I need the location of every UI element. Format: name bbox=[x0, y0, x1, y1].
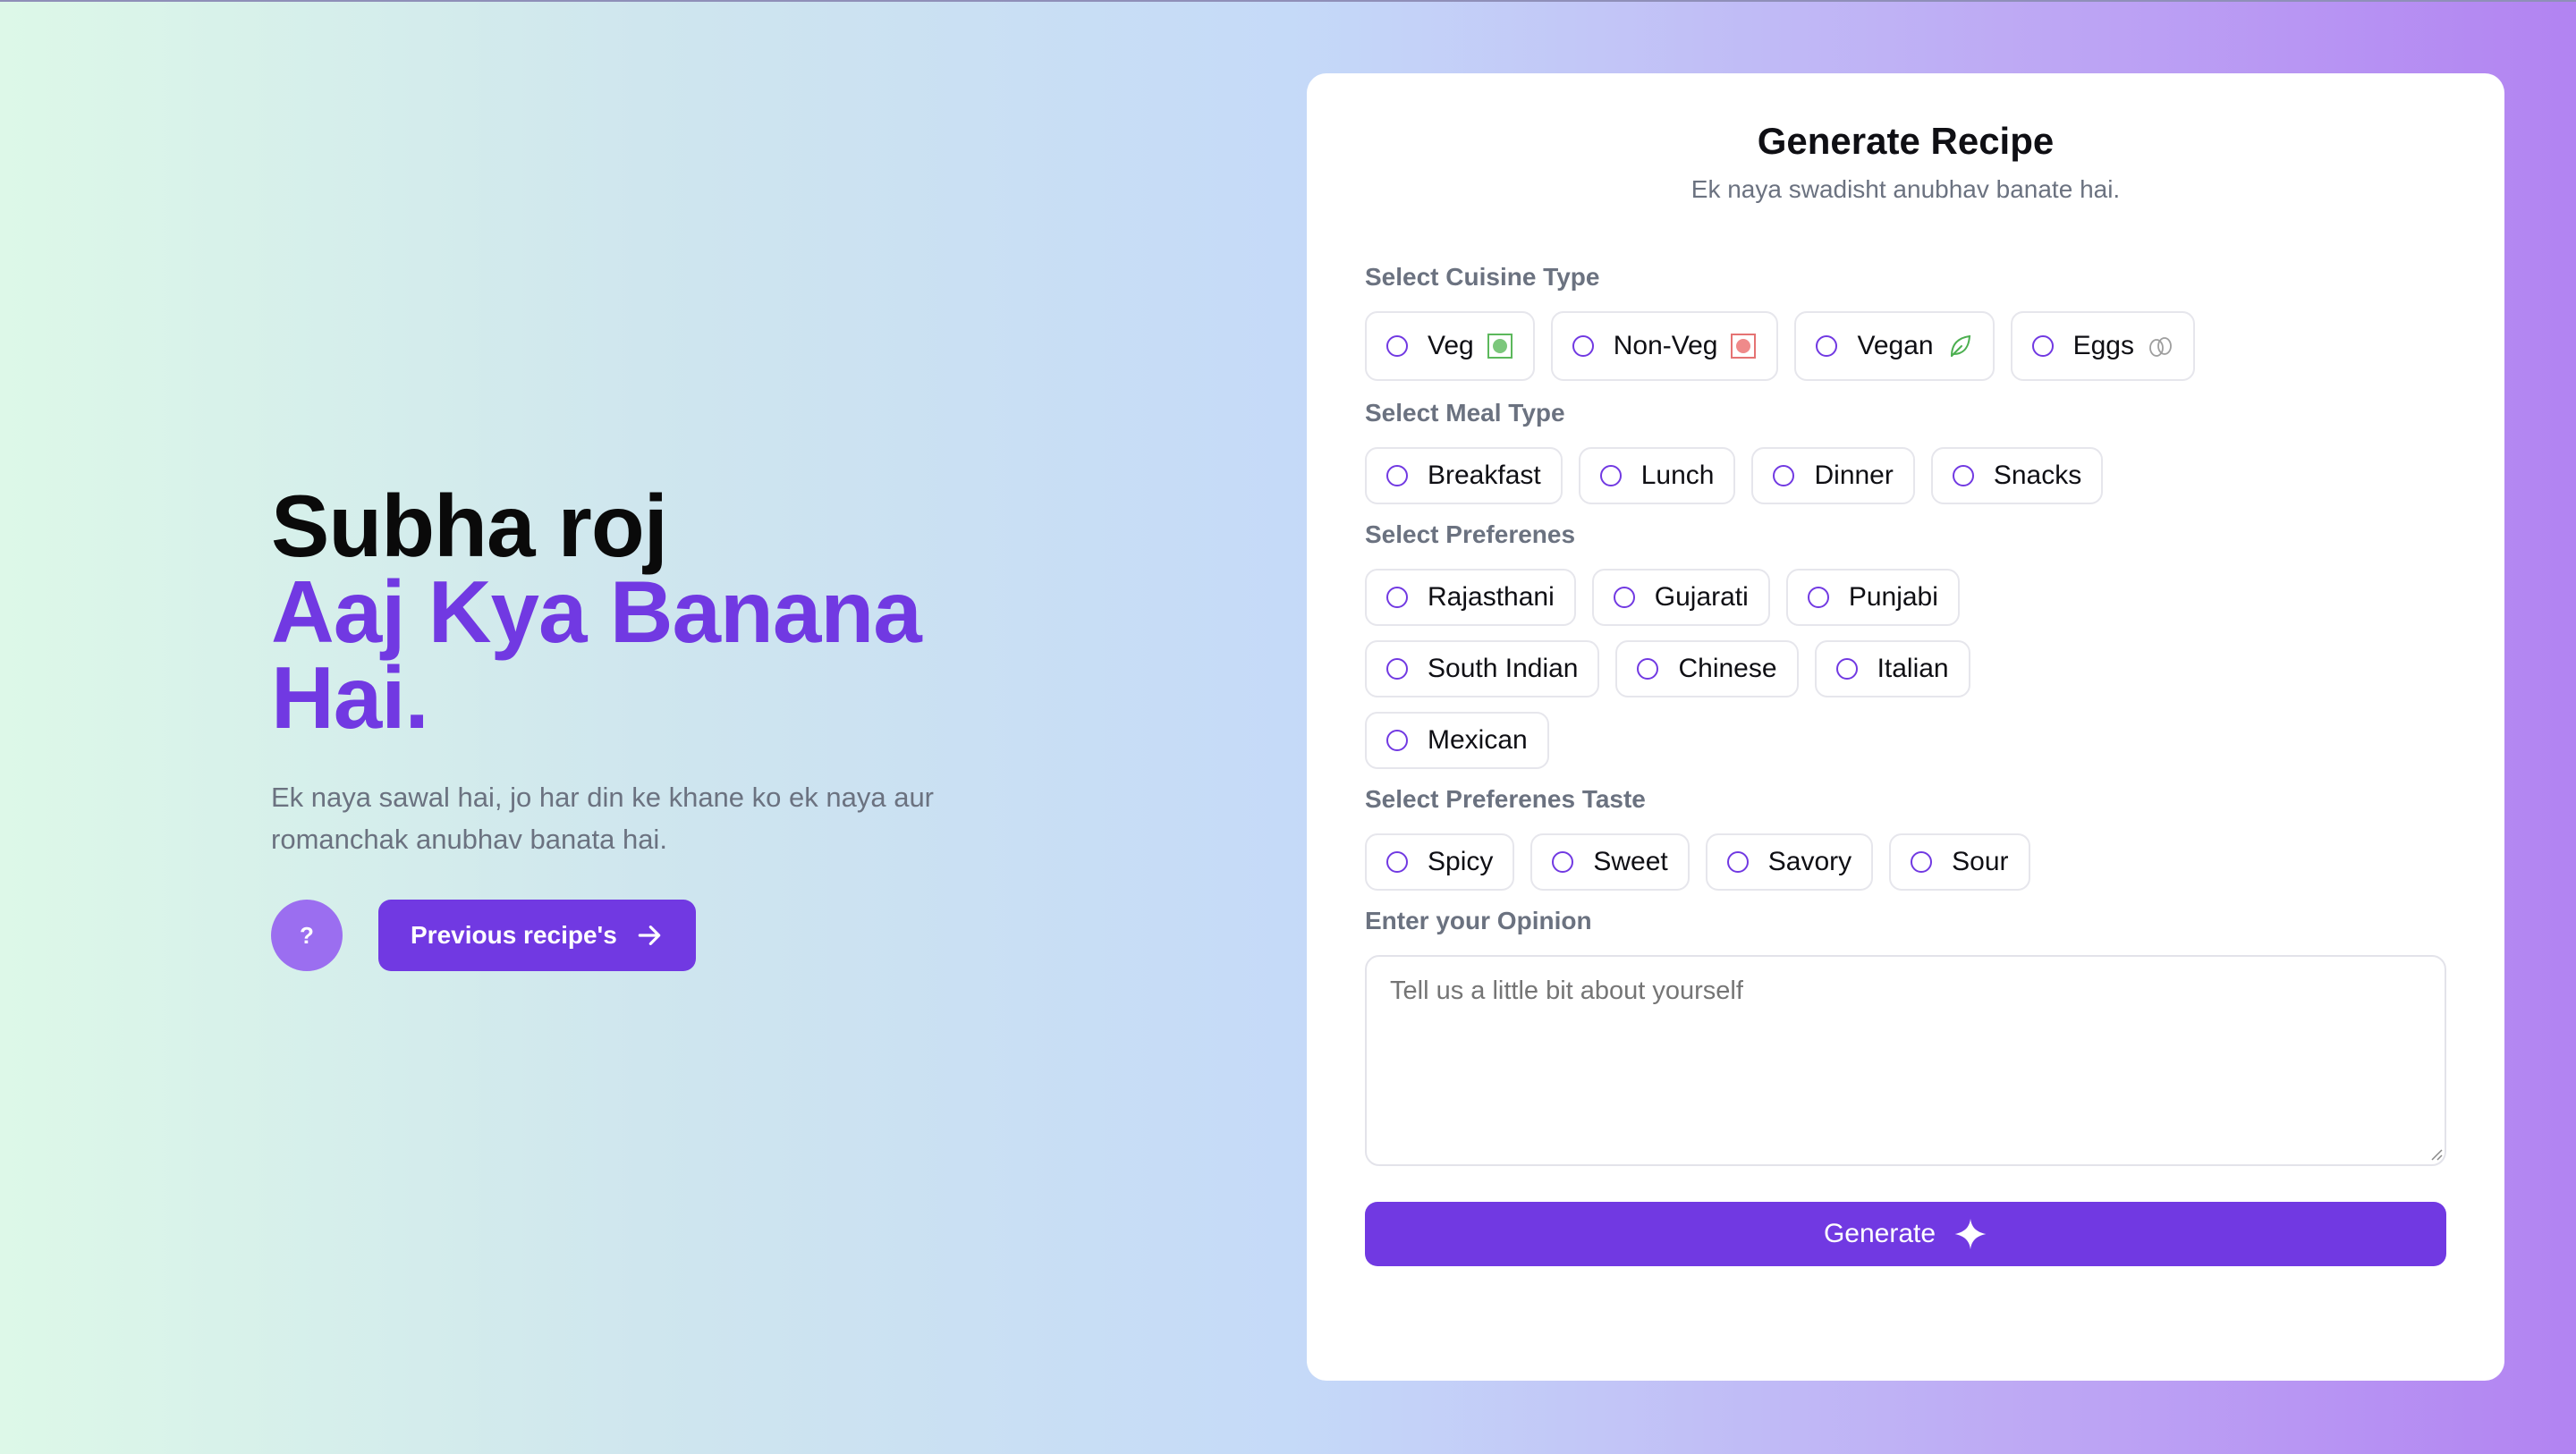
option-label: Sweet bbox=[1593, 847, 1668, 876]
preferences-label: Select Preferenes bbox=[1365, 520, 1576, 548]
radio-circle[interactable] bbox=[1637, 658, 1659, 680]
radio-circle[interactable] bbox=[1911, 851, 1933, 873]
cuisine-option-nonveg[interactable]: Non-Veg bbox=[1550, 311, 1779, 381]
radio-circle[interactable] bbox=[1952, 465, 1974, 486]
opinion-label: Enter your Opinion bbox=[1365, 907, 1592, 934]
option-label: Savory bbox=[1767, 847, 1852, 876]
hero-line-1: Subha roj bbox=[271, 477, 668, 575]
radio-circle[interactable] bbox=[1386, 335, 1408, 357]
meal-label: Select Meal Type bbox=[1365, 399, 1565, 427]
option-label: Spicy bbox=[1428, 847, 1494, 876]
pref-option-gujarati[interactable]: Gujarati bbox=[1591, 569, 1770, 626]
arrow-right-icon bbox=[638, 926, 661, 945]
hero-line-2: Aaj Kya Banana bbox=[271, 562, 922, 661]
pref-option-punjabi[interactable]: Punjabi bbox=[1785, 569, 1960, 626]
option-label: Lunch bbox=[1640, 461, 1715, 490]
resize-grip-icon[interactable] bbox=[2428, 1146, 2443, 1161]
preferences-row-3: Mexican bbox=[1365, 712, 1549, 769]
meal-options: Breakfast Lunch Dinner Snacks bbox=[1365, 447, 2104, 504]
cuisine-option-veg[interactable]: Veg bbox=[1365, 311, 1535, 381]
radio-circle[interactable] bbox=[1807, 587, 1829, 608]
generate-recipe-card: Generate Recipe Ek naya swadisht anubhav… bbox=[1307, 73, 2504, 1381]
previous-recipes-label: Previous recipe's bbox=[411, 921, 617, 949]
eggs-icon bbox=[2149, 337, 2172, 357]
cuisine-label: Select Cuisine Type bbox=[1365, 263, 1600, 291]
pref-option-rajasthani[interactable]: Rajasthani bbox=[1365, 569, 1576, 626]
pref-option-mexican[interactable]: Mexican bbox=[1365, 712, 1549, 769]
option-label: Rajasthani bbox=[1428, 582, 1555, 612]
option-label: Breakfast bbox=[1428, 461, 1541, 490]
previous-recipes-button[interactable]: Previous recipe's bbox=[378, 900, 696, 971]
pref-option-italian[interactable]: Italian bbox=[1814, 640, 1970, 697]
veg-square-icon bbox=[1487, 334, 1513, 359]
preferences-row-2: South Indian Chinese Italian bbox=[1365, 640, 1970, 697]
radio-circle[interactable] bbox=[1835, 658, 1858, 680]
top-border bbox=[0, 0, 2576, 2]
radio-circle[interactable] bbox=[1613, 587, 1635, 608]
pref-option-chinese[interactable]: Chinese bbox=[1615, 640, 1799, 697]
cuisine-options: Veg Non-Veg Vegan Eggs bbox=[1365, 311, 2195, 381]
radio-circle[interactable] bbox=[1386, 465, 1408, 486]
cuisine-option-eggs[interactable]: Eggs bbox=[2010, 311, 2195, 381]
option-label: Vegan bbox=[1857, 331, 1934, 360]
radio-circle[interactable] bbox=[1386, 587, 1408, 608]
hero-section: Subha roj Aaj Kya Banana Hai. Ek naya sa… bbox=[271, 477, 1130, 971]
pref-option-south-indian[interactable]: South Indian bbox=[1365, 640, 1600, 697]
card-subtitle: Ek naya swadisht anubhav banate hai. bbox=[1690, 175, 2121, 203]
option-label: Snacks bbox=[1993, 461, 2082, 490]
taste-option-savory[interactable]: Savory bbox=[1705, 833, 1874, 891]
hero-actions: ? Previous recipe's bbox=[271, 900, 696, 971]
option-label: Chinese bbox=[1678, 654, 1777, 683]
radio-circle[interactable] bbox=[1552, 851, 1574, 873]
radio-circle[interactable] bbox=[1773, 465, 1795, 486]
nonveg-square-icon bbox=[1731, 334, 1757, 359]
radio-circle[interactable] bbox=[1726, 851, 1749, 873]
hero-description: Ek naya sawal hai, jo har din ke khane k… bbox=[271, 782, 935, 855]
radio-circle[interactable] bbox=[1599, 465, 1622, 486]
option-label: Sour bbox=[1952, 847, 2009, 876]
radio-circle[interactable] bbox=[1386, 658, 1408, 680]
cuisine-option-vegan[interactable]: Vegan bbox=[1794, 311, 1995, 381]
option-label: Dinner bbox=[1814, 461, 1894, 490]
meal-option-breakfast[interactable]: Breakfast bbox=[1365, 447, 1563, 504]
taste-option-spicy[interactable]: Spicy bbox=[1365, 833, 1515, 891]
hero-line-3: Hai. bbox=[271, 648, 429, 747]
option-label: Eggs bbox=[2072, 331, 2134, 360]
card-title: Generate Recipe bbox=[1757, 120, 2055, 162]
taste-option-sour[interactable]: Sour bbox=[1889, 833, 2030, 891]
sparkle-icon bbox=[1954, 1218, 1987, 1250]
option-label: South Indian bbox=[1428, 654, 1579, 683]
opinion-textarea[interactable] bbox=[1365, 955, 2446, 1166]
meal-option-dinner[interactable]: Dinner bbox=[1751, 447, 1915, 504]
option-label: Italian bbox=[1877, 654, 1949, 683]
taste-options: Spicy Sweet Savory Sour bbox=[1365, 833, 2030, 891]
option-label: Mexican bbox=[1428, 725, 1528, 755]
radio-circle[interactable] bbox=[1386, 730, 1408, 751]
meal-option-lunch[interactable]: Lunch bbox=[1578, 447, 1736, 504]
option-label: Gujarati bbox=[1654, 582, 1749, 612]
leaf-icon bbox=[1950, 334, 1970, 357]
hero-heading: Subha roj Aaj Kya Banana Hai. bbox=[271, 477, 1130, 747]
preferences-row-1: Rajasthani Gujarati Punjabi bbox=[1365, 569, 1960, 626]
option-label: Punjabi bbox=[1848, 582, 1938, 612]
taste-label: Select Preferenes Taste bbox=[1365, 785, 1646, 813]
generate-button[interactable]: Generate bbox=[1365, 1202, 2446, 1266]
help-button-label: ? bbox=[300, 921, 314, 949]
taste-option-sweet[interactable]: Sweet bbox=[1530, 833, 1690, 891]
option-label: Veg bbox=[1428, 331, 1474, 360]
radio-circle[interactable] bbox=[1386, 851, 1408, 873]
radio-circle[interactable] bbox=[1816, 335, 1838, 357]
radio-circle[interactable] bbox=[1572, 335, 1594, 357]
option-label: Non-Veg bbox=[1613, 331, 1718, 360]
help-button[interactable]: ? bbox=[271, 900, 343, 971]
meal-option-snacks[interactable]: Snacks bbox=[1930, 447, 2104, 504]
generate-button-label: Generate bbox=[1823, 1219, 1936, 1248]
radio-circle[interactable] bbox=[2031, 335, 2054, 357]
